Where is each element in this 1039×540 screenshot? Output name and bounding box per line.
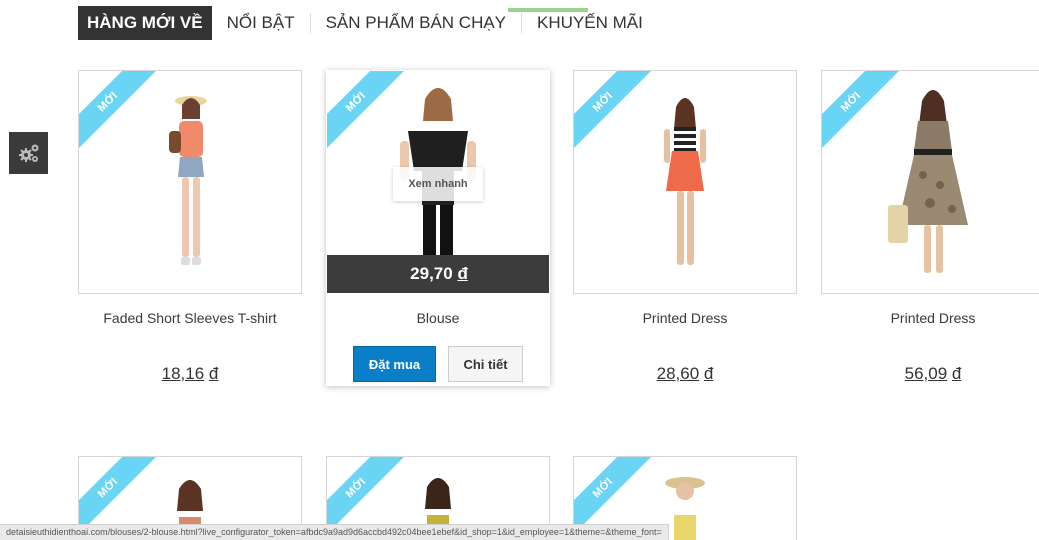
- product-card[interactable]: Mới Faded Short Sleeves T-shirt 18,16 đ: [78, 70, 302, 384]
- product-price: 18,16 đ: [161, 364, 219, 383]
- currency-symbol: đ: [457, 264, 468, 283]
- tab-new-arrivals[interactable]: HÀNG MỚI VỀ: [78, 6, 212, 40]
- quick-view-button[interactable]: Xem nhanh: [393, 167, 483, 201]
- currency-symbol: đ: [703, 364, 714, 383]
- product-photo-woman-tshirt: [169, 96, 207, 265]
- theme-configurator-button[interactable]: [9, 132, 48, 174]
- product-card[interactable]: Mới Printed Dress 56,09 đ: [821, 70, 1039, 384]
- view-details-button[interactable]: Chi tiết: [448, 346, 523, 382]
- product-image[interactable]: Mới: [78, 70, 302, 294]
- new-ribbon: Mới: [327, 71, 406, 150]
- new-ribbon: Mới: [79, 71, 158, 150]
- tab-best-sellers[interactable]: SẢN PHẨM BÁN CHẠY: [311, 6, 521, 40]
- product-card[interactable]: Mới Printed Dress 28,60 đ: [573, 70, 797, 384]
- product-photo-woman-striped-top: [664, 98, 706, 265]
- tab-hover-indicator: [508, 8, 588, 12]
- product-name[interactable]: Printed Dress: [573, 310, 797, 330]
- product-price: 56,09 đ: [904, 364, 962, 383]
- add-to-cart-button[interactable]: Đặt mua: [353, 346, 436, 382]
- currency-symbol: đ: [951, 364, 962, 383]
- product-card[interactable]: Mới Xem nhanh 29,70 đ Blouse Đặt mua Chi…: [326, 70, 550, 386]
- product-image[interactable]: Mới: [573, 70, 797, 294]
- gears-icon: [18, 144, 38, 162]
- product-actions: Đặt mua Chi tiết: [326, 346, 550, 392]
- currency-symbol: đ: [208, 364, 219, 383]
- product-name[interactable]: Blouse: [326, 310, 550, 330]
- hover-price-bar: 29,70 đ: [327, 255, 549, 293]
- browser-status-url: detaisieuthidienthoai.com/blouses/2-blou…: [0, 524, 669, 540]
- product-name[interactable]: Printed Dress: [821, 310, 1039, 330]
- tab-featured[interactable]: NỔI BẬT: [212, 6, 310, 40]
- product-image[interactable]: Mới Xem nhanh 29,70 đ: [326, 70, 550, 294]
- new-ribbon: Mới: [574, 71, 653, 150]
- product-price: 28,60 đ: [656, 364, 714, 383]
- product-name[interactable]: Faded Short Sleeves T-shirt: [78, 310, 302, 330]
- new-ribbon: Mới: [822, 71, 901, 150]
- product-image[interactable]: Mới: [821, 70, 1039, 294]
